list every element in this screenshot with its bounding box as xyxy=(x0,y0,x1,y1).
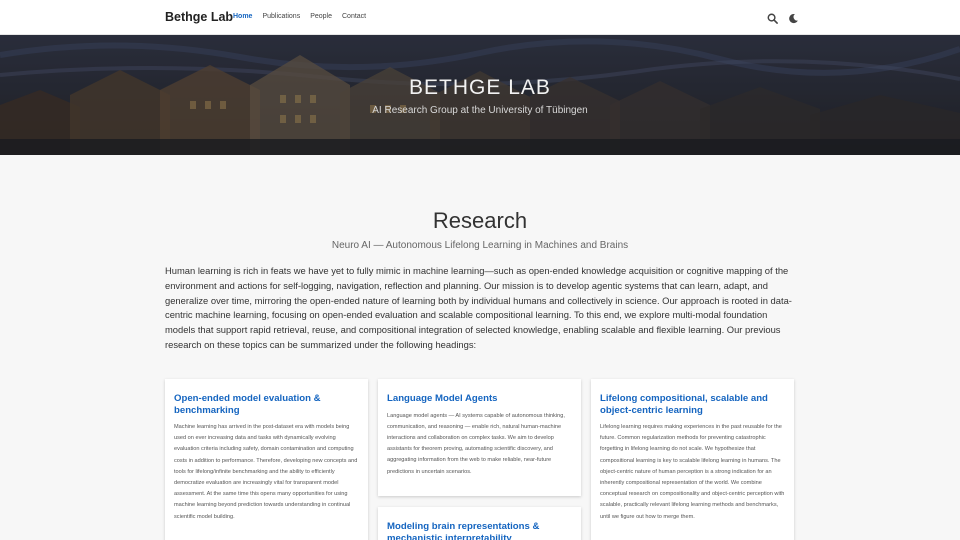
section-subtitle: Neuro AI — Autonomous Lifelong Learning … xyxy=(331,240,629,251)
search-icon[interactable] xyxy=(767,11,778,24)
nav-link-contact[interactable]: Contact xyxy=(342,13,366,20)
brand-logo[interactable]: Bethge Lab xyxy=(165,10,233,24)
research-card-brain-representations[interactable]: Modeling brain representations & mechani… xyxy=(378,507,581,540)
research-intro-paragraph: Human learning is rich in feats we have … xyxy=(165,265,792,350)
top-navbar: Bethge Lab Home Publications People Cont… xyxy=(0,0,960,35)
card-title[interactable]: Modeling brain representations & mechani… xyxy=(387,521,572,540)
moon-icon[interactable] xyxy=(788,11,799,24)
research-card-evaluation[interactable]: Open-ended model evaluation & benchmarki… xyxy=(165,379,368,540)
section-title: Research xyxy=(432,208,528,233)
research-card-language-agents[interactable]: Language Model Agents Language model age… xyxy=(378,379,581,496)
hero-title: BETHGE LAB xyxy=(409,76,551,99)
nav-link-people[interactable]: People xyxy=(310,13,332,20)
nav-link-publications[interactable]: Publications xyxy=(262,13,300,20)
card-text: Lifelong learning requires making experi… xyxy=(600,424,785,520)
card-text: Language model agents — AI systems capab… xyxy=(387,412,565,475)
hero-banner: BETHGE LAB AI Research Group at the Univ… xyxy=(0,35,960,155)
nav-links: Home Publications People Contact xyxy=(233,13,366,20)
hero-subtitle: AI Research Group at the University of T… xyxy=(372,105,588,116)
card-title[interactable]: Lifelong compositional, scalable and obj… xyxy=(600,393,785,416)
card-text: Machine learning has arrived in the post… xyxy=(174,424,358,520)
card-title[interactable]: Open-ended model evaluation & benchmarki… xyxy=(174,393,359,416)
card-title[interactable]: Language Model Agents xyxy=(387,393,572,405)
nav-icons xyxy=(767,11,799,24)
nav-link-home[interactable]: Home xyxy=(233,13,252,20)
research-card-lifelong-learning[interactable]: Lifelong compositional, scalable and obj… xyxy=(591,379,794,540)
